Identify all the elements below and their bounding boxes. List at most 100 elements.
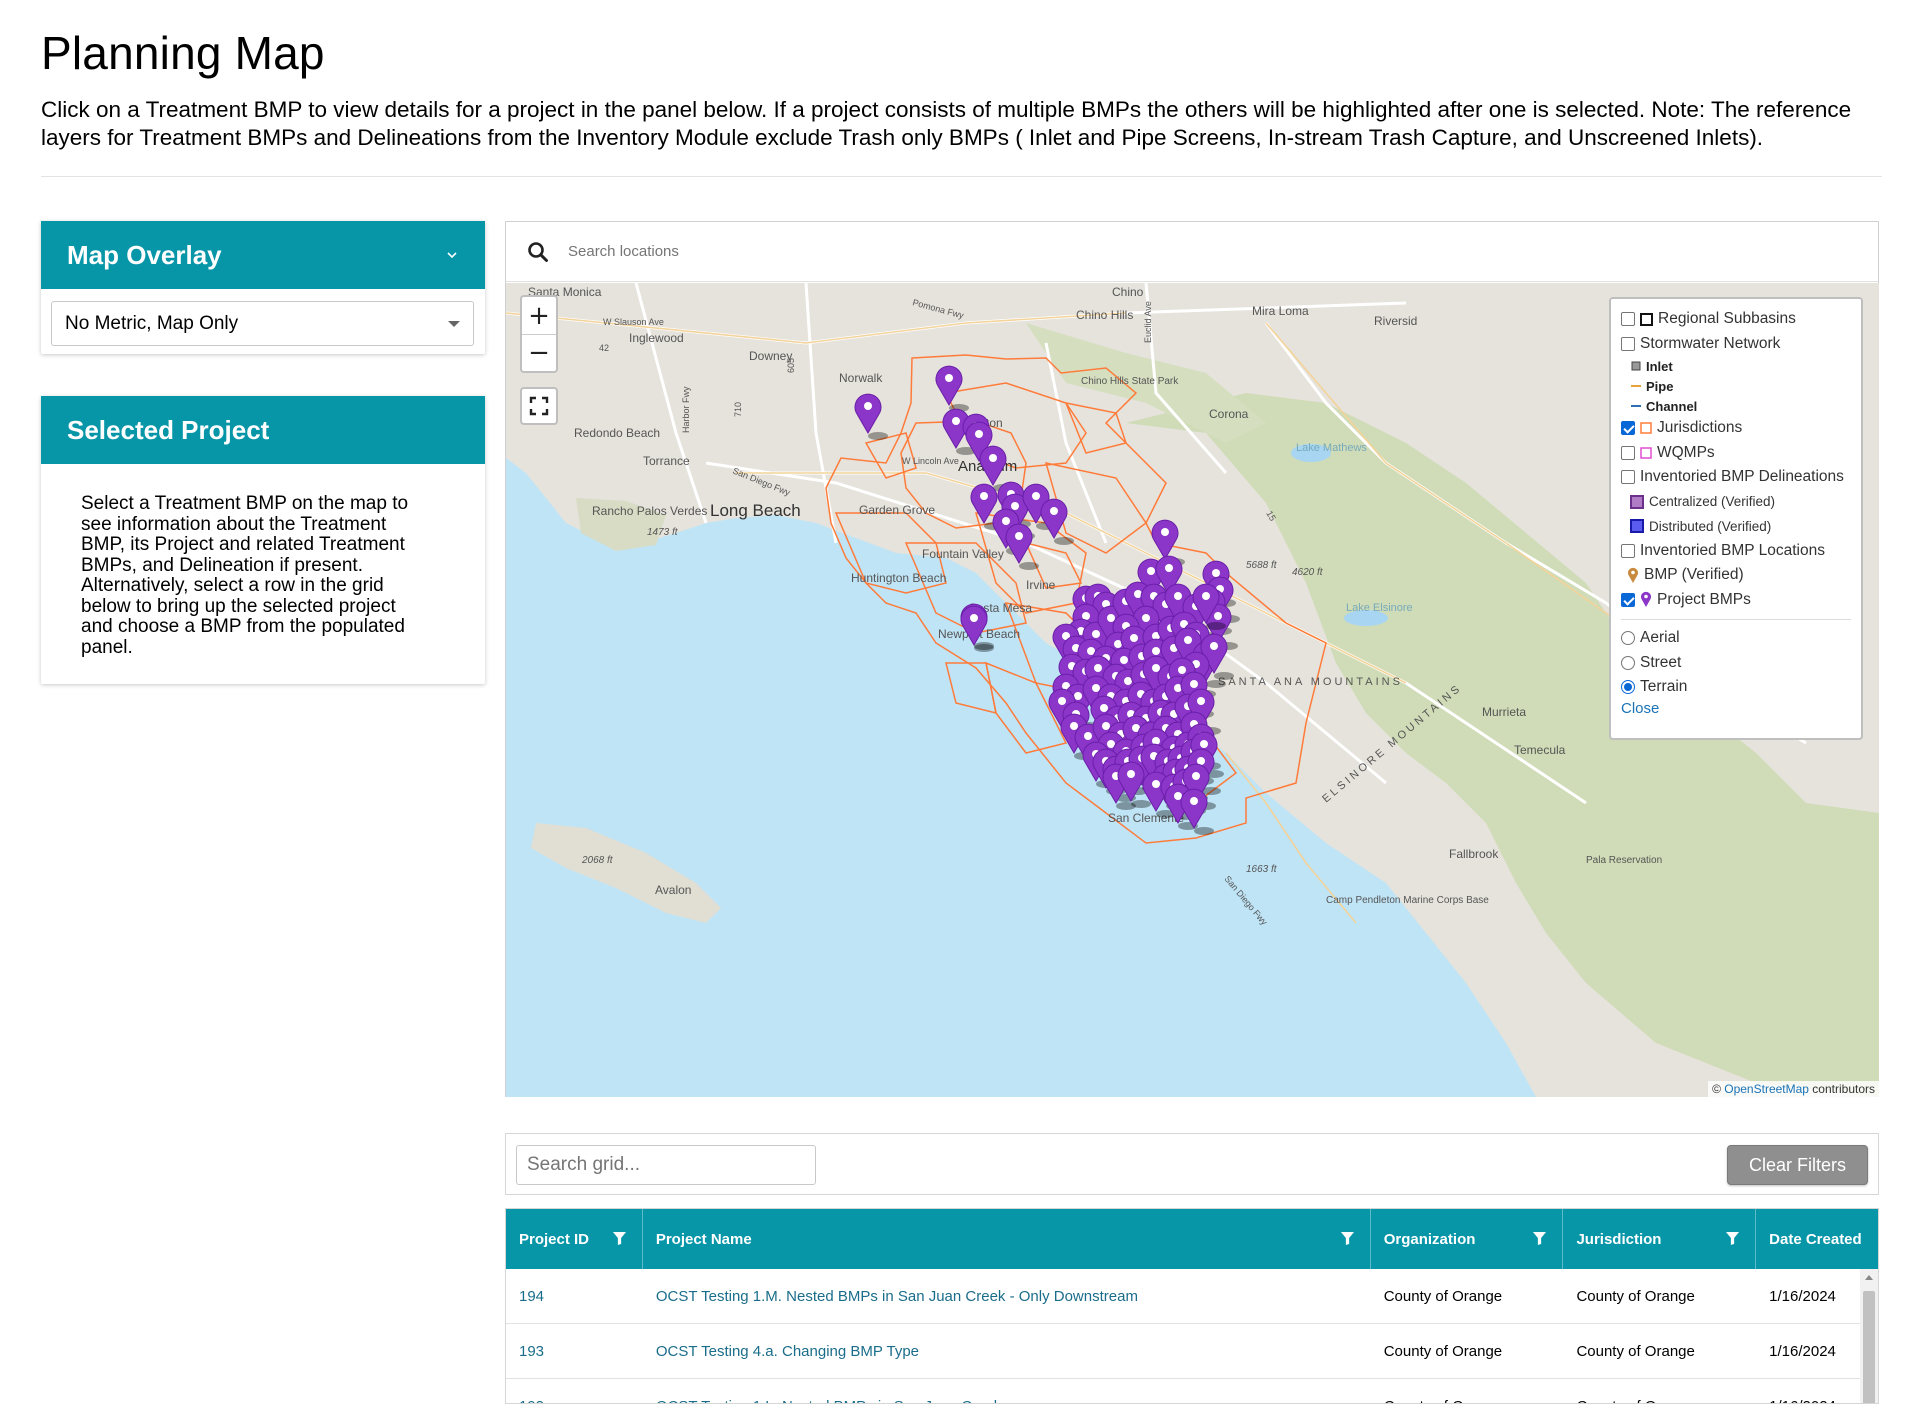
table-row[interactable]: 192 OCST Testing 1.L. Nested BMPs in San… [506, 1379, 1878, 1404]
planning-map-page: Planning Map Click on a Treatment BMP to… [0, 0, 1920, 1404]
label-chino-hills: Chino Hills [1076, 308, 1133, 322]
channel-swatch-icon [1631, 405, 1641, 407]
column-header-date-created[interactable]: Date Created [1756, 1209, 1878, 1269]
basemap-terrain[interactable]: Terrain [1621, 675, 1851, 700]
column-header-organization[interactable]: Organization [1371, 1209, 1564, 1269]
label-chino: Chino [1112, 285, 1144, 299]
label-inglewood: Inglewood [629, 331, 684, 345]
label-harbor-fwy: Harbor Fwy [681, 386, 691, 433]
legend-centralized: Centralized (Verified) [1621, 490, 1851, 515]
layer-control-panel: Regional Subbasins Stormwater Network In… [1609, 297, 1863, 740]
project-id-link[interactable]: 194 [506, 1269, 643, 1324]
basemap-street[interactable]: Street [1621, 651, 1851, 676]
layer-inventoried-bmp-locations[interactable]: Inventoried BMP Locations [1621, 539, 1851, 564]
column-header-project-name[interactable]: Project Name [643, 1209, 1371, 1269]
jurisdiction-cell: County of Orange [1576, 1287, 1695, 1305]
label-elev-1663: 1663 ft [1246, 864, 1278, 875]
clear-filters-button[interactable]: Clear Filters [1727, 1145, 1868, 1185]
organization-cell: County of Orange [1383, 1342, 1503, 1360]
legend-pipe: Pipe [1621, 376, 1851, 396]
filter-icon[interactable] [1726, 1232, 1740, 1245]
project-name-link[interactable]: OCST Testing 1.M. Nested BMPs in San Jua… [643, 1269, 1371, 1324]
grid-scrollbar[interactable] [1860, 1269, 1878, 1403]
metric-select[interactable]: No Metric, Map Only [51, 301, 474, 346]
label-huntington-beach: Huntington Beach [851, 571, 946, 585]
layer-label: Jurisdictions [1657, 419, 1743, 437]
label-redondo: Redondo Beach [574, 426, 660, 440]
project-name-link[interactable]: OCST Testing 1.L. Nested BMPs in San Jua… [643, 1379, 1371, 1404]
zoom-in-button[interactable]: + [522, 297, 556, 334]
column-label: Date Created [1769, 1230, 1862, 1248]
fullscreen-button[interactable] [520, 387, 558, 425]
bmp-locations-checkbox[interactable] [1621, 543, 1635, 558]
basemap-aerial[interactable]: Aerial [1621, 626, 1851, 651]
label-route-605: 605 [786, 358, 796, 373]
label-norwalk: Norwalk [839, 371, 883, 385]
layer-regional-subbasins[interactable]: Regional Subbasins [1621, 307, 1851, 332]
basemap-label: Street [1640, 653, 1682, 671]
legend-label: Channel [1646, 398, 1698, 414]
project-bmps-checkbox[interactable] [1621, 592, 1635, 607]
legend-label: Centralized (Verified) [1649, 494, 1776, 510]
wqmps-checkbox[interactable] [1621, 445, 1635, 460]
layer-inventoried-bmp-delineations[interactable]: Inventoried BMP Delineations [1621, 465, 1851, 490]
purple-fill-swatch-icon [1630, 494, 1644, 509]
label-elev-2068: 2068 ft [581, 855, 614, 866]
chevron-down-icon[interactable] [445, 248, 459, 262]
filter-icon[interactable] [1533, 1232, 1547, 1245]
project-name-link[interactable]: OCST Testing 4.a. Changing BMP Type [643, 1324, 1371, 1379]
project-id-link[interactable]: 192 [506, 1379, 643, 1404]
label-camp-pendleton: Camp Pendleton Marine Corps Base [1326, 895, 1489, 906]
jurisdiction-cell: County of Orange [1563, 1379, 1756, 1404]
osm-link[interactable]: OpenStreetMap [1724, 1082, 1809, 1096]
filter-icon[interactable] [612, 1232, 626, 1245]
layer-jurisdictions[interactable]: Jurisdictions [1621, 416, 1851, 441]
aerial-radio[interactable] [1621, 631, 1635, 646]
project-id-link[interactable]: 193 [506, 1324, 643, 1379]
layer-wqmps[interactable]: WQMPs [1621, 441, 1851, 466]
table-row[interactable]: 193 OCST Testing 4.a. Changing BMP Type … [506, 1324, 1878, 1379]
label-route-42: 42 [599, 343, 609, 353]
search-icon [528, 241, 548, 262]
basemap-label: Aerial [1640, 629, 1680, 647]
map-search-bar [506, 222, 1878, 282]
selected-project-title: Selected Project [67, 414, 270, 445]
legend-label: Inlet [1646, 358, 1673, 374]
metric-select-value: No Metric, Map Only [65, 312, 239, 334]
grid-toolbar: Clear Filters [505, 1133, 1879, 1195]
table-row[interactable]: 194 OCST Testing 1.M. Nested BMPs in San… [506, 1269, 1878, 1324]
map-overlay-title: Map Overlay [67, 239, 222, 270]
scrollbar-thumb[interactable] [1863, 1291, 1875, 1403]
jurisdictions-checkbox[interactable] [1621, 421, 1635, 436]
selected-project-instructions: Select a Treatment BMP on the map to see… [81, 493, 409, 658]
regional-subbasins-checkbox[interactable] [1621, 312, 1635, 327]
layers-close-link[interactable]: Close [1621, 700, 1851, 717]
street-radio[interactable] [1621, 655, 1635, 670]
filter-icon[interactable] [1340, 1232, 1354, 1245]
blue-fill-swatch-icon [1630, 519, 1644, 534]
column-header-jurisdiction[interactable]: Jurisdiction [1563, 1209, 1757, 1269]
layer-project-bmps[interactable]: Project BMPs [1621, 588, 1851, 613]
label-elev-1473: 1473 ft [647, 527, 679, 538]
column-header-project-id[interactable]: Project ID [506, 1209, 643, 1269]
label-riverside: Riversid [1374, 314, 1417, 328]
map-search-input[interactable] [566, 242, 1366, 261]
map-canvas[interactable]: Santa Monica Chino Chino Hills Mira Loma… [506, 283, 1879, 1097]
label-avalon: Avalon [655, 883, 691, 897]
label-murrieta: Murrieta [1482, 705, 1526, 719]
legend-channel: Channel [1621, 396, 1851, 416]
terrain-radio[interactable] [1621, 680, 1635, 695]
delineations-checkbox[interactable] [1621, 470, 1635, 485]
scroll-up-icon[interactable] [1865, 1275, 1873, 1280]
layer-stormwater-network[interactable]: Stormwater Network [1621, 332, 1851, 357]
zoom-out-button[interactable]: − [522, 334, 556, 371]
map-overlay-header[interactable]: Map Overlay [41, 221, 485, 289]
label-long-beach: Long Beach [710, 501, 801, 520]
projects-grid: Project ID Project Name Organization Jur… [505, 1208, 1879, 1404]
stormwater-network-checkbox[interactable] [1621, 336, 1635, 351]
map-attribution: © OpenStreetMap contributors [1708, 1081, 1879, 1097]
grid-header: Project ID Project Name Organization Jur… [506, 1209, 1878, 1269]
legend-bmp-verified: BMP (Verified) [1621, 563, 1851, 588]
label-elev-5688: 5688 ft [1246, 560, 1278, 571]
grid-search-input[interactable] [516, 1145, 816, 1185]
